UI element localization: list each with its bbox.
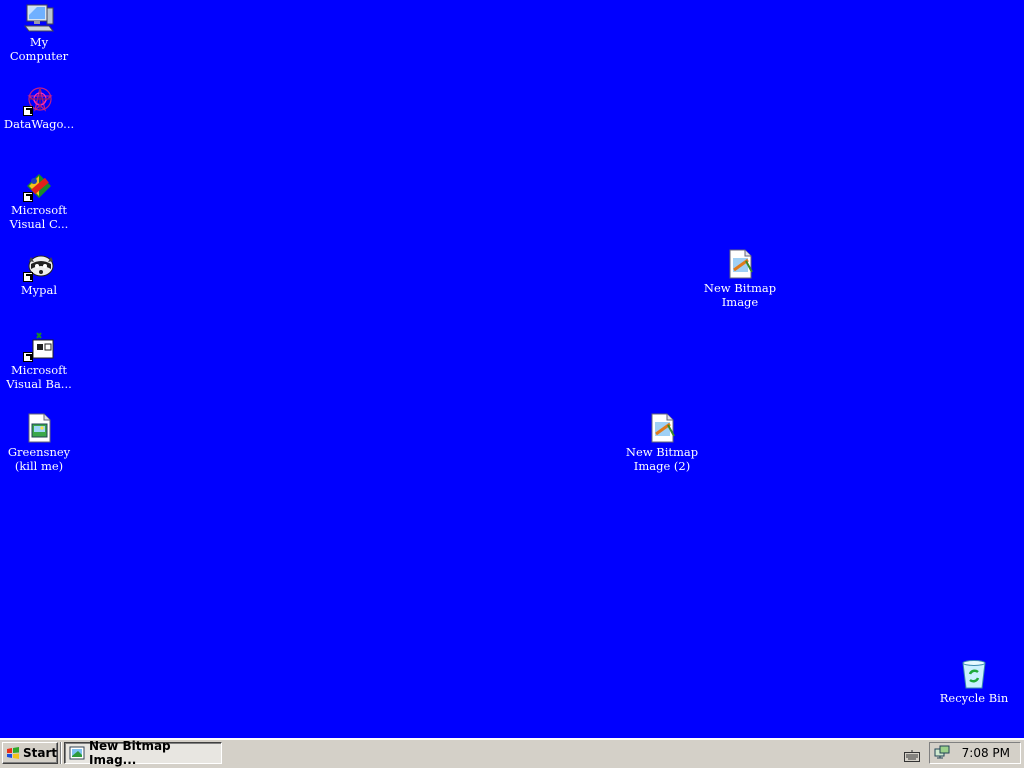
keyboard-icon[interactable] [904, 747, 920, 766]
icon-label: Microsoft Visual Ba... [6, 363, 72, 391]
icon-label: Greensney (kill me) [7, 445, 71, 473]
paint-icon [69, 745, 85, 761]
windows-logo-icon [6, 747, 20, 759]
datawagon-icon [23, 84, 55, 116]
icon-label: DataWago... [3, 117, 75, 131]
desktop-icon-visual-c[interactable]: Microsoft Visual C... [0, 170, 78, 231]
shortcut-arrow-icon [23, 352, 33, 362]
icon-label: Mypal [20, 283, 58, 297]
shortcut-arrow-icon [23, 192, 33, 202]
mypal-icon [23, 250, 55, 282]
taskbar-window-button[interactable]: New Bitmap Imag... [64, 739, 222, 767]
taskbar: Start New Bitmap Imag... 7:08 PM [0, 738, 1024, 768]
start-label: Start [23, 746, 58, 760]
start-button[interactable]: Start [2, 742, 58, 764]
visual-c-icon [23, 170, 55, 202]
icon-label: New Bitmap Image (2) [625, 445, 699, 473]
shortcut-arrow-icon [23, 106, 33, 116]
recycle-bin-icon [958, 658, 990, 690]
bitmap-file-icon [724, 248, 756, 280]
icon-label: Recycle Bin [939, 691, 1009, 705]
icon-label: New Bitmap Image [703, 281, 777, 309]
visual-basic-icon [23, 330, 55, 362]
desktop-icon-new-bitmap-image-2[interactable]: New Bitmap Image (2) [623, 412, 701, 473]
network-icon[interactable] [934, 745, 950, 761]
desktop-icon-visual-basic[interactable]: Microsoft Visual Ba... [0, 330, 78, 391]
bitmap-file-icon [646, 412, 678, 444]
icon-label: Microsoft Visual C... [9, 203, 69, 231]
desktop-icon-new-bitmap-image[interactable]: New Bitmap Image [701, 248, 779, 309]
desktop-icon-greensney[interactable]: Greensney (kill me) [0, 412, 78, 473]
taskbar-window-label: New Bitmap Imag... [89, 739, 171, 767]
clock[interactable]: 7:08 PM [962, 746, 1010, 760]
taskbar-separator [60, 742, 62, 764]
icon-label: My Computer [9, 35, 69, 63]
desktop-icon-datawagon[interactable]: DataWago... [0, 84, 78, 131]
desktop-icon-mypal[interactable]: Mypal [0, 250, 78, 297]
desktop-icon-my-computer[interactable]: My Computer [0, 2, 78, 63]
shortcut-arrow-icon [23, 272, 33, 282]
my-computer-icon [23, 2, 55, 34]
system-tray: 7:08 PM [929, 742, 1021, 764]
image-file-icon [23, 412, 55, 444]
desktop-icon-recycle-bin[interactable]: Recycle Bin [935, 658, 1013, 705]
